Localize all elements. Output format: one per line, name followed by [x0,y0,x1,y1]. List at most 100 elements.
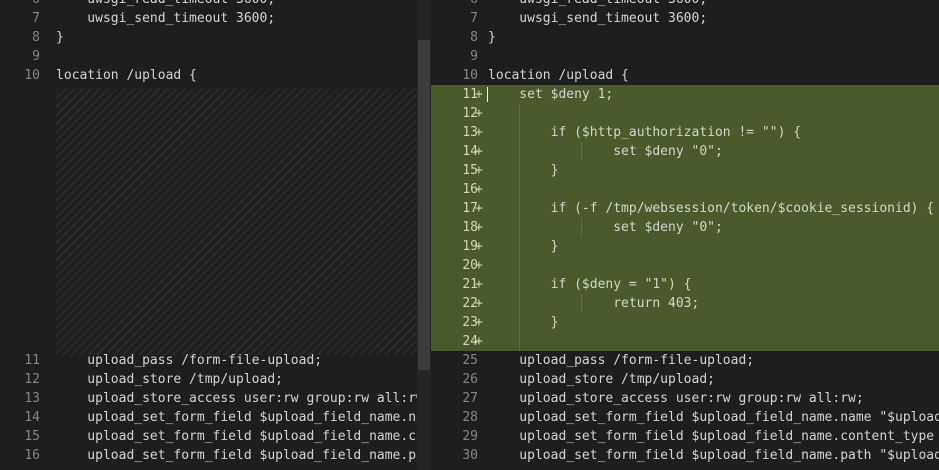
code-line[interactable]: 8} [0,28,417,47]
line-number: 12 [462,106,478,121]
code-text: uwsgi_send_timeout 3600; [488,11,708,26]
indent-guide [519,332,520,351]
indent-guide [519,218,520,237]
code-text: upload_set_form_field $upload_field_name… [488,410,939,425]
code-line[interactable]: 10 location /upload { [431,66,939,85]
code-line[interactable]: 23 + } [431,313,939,332]
code-line[interactable]: 11 upload_pass /form-file-upload; [0,351,417,370]
code-line[interactable]: 9 [0,47,417,66]
code-line[interactable]: 6 uwsgi_read_timeout 3600; [431,0,939,9]
code-line[interactable]: 24 + [431,332,939,351]
line-number: 23 [462,315,478,330]
indent-guide [519,275,520,294]
indent-guide [519,237,520,256]
line-number: 17 [462,201,478,216]
code-line[interactable]: 7 uwsgi_send_timeout 3600; [431,9,939,28]
code-line[interactable]: 21 + if ($deny = "1") { [431,275,939,294]
code-line[interactable]: 30 upload_set_form_field $upload_field_n… [431,446,939,465]
line-number: 24 [462,334,478,349]
line-number: 28 [462,410,478,425]
code-line[interactable]: 9 [431,47,939,66]
original-editor-pane[interactable]: 6 uwsgi_read_timeout 3600;7 uwsgi_send_t… [0,0,417,470]
line-number: 13 [24,391,40,406]
line-number: 16 [24,448,40,463]
line-number: 11 [24,353,40,368]
scrollbar-thumb[interactable] [418,40,430,370]
code-text: if ($http_authorization != "") { [488,125,802,140]
code-text: upload_set_form_field $upload_field_name… [488,448,939,463]
code-line[interactable]: 14 + set $deny "0"; [431,142,939,161]
code-line[interactable]: 20 + [431,256,939,275]
indent-guide [519,313,520,332]
code-line[interactable]: 22 + return 403; [431,294,939,313]
line-number: 21 [462,277,478,292]
line-number: 15 [24,429,40,444]
line-number: 11 [462,87,478,102]
line-number: 6 [431,0,478,9]
code-line[interactable]: 18 + set $deny "0"; [431,218,939,237]
code-text: upload_store /tmp/upload; [488,372,715,387]
code-text: } [488,239,559,254]
modified-editor-pane[interactable]: 6 uwsgi_read_timeout 3600;7 uwsgi_send_t… [431,0,939,470]
diff-added-marker: + [475,220,483,235]
code-line[interactable]: 12 upload_store /tmp/upload; [0,370,417,389]
code-text: upload_store_access user:rw group:rw all… [488,391,864,406]
line-number: 13 [462,125,478,140]
diff-added-marker: + [475,277,483,292]
indent-guide [581,142,582,161]
line-number: 7 [470,11,478,26]
line-number: 10 [24,68,40,83]
indent-guide [581,218,582,237]
code-line[interactable]: 15 + } [431,161,939,180]
code-text: uwsgi_send_timeout 3600; [56,11,276,26]
code-line[interactable]: 12 + [431,104,939,123]
code-line[interactable]: 17 + if (-f /tmp/websession/token/$cookie… [431,199,939,218]
code-line[interactable]: 15 upload_set_form_field $upload_field_n… [0,427,417,446]
code-text: uwsgi_read_timeout 3600; [488,0,707,9]
code-line[interactable]: 11 + set $deny 1; [431,85,939,104]
indent-guide [519,161,520,180]
indent-guide [581,294,582,313]
code-line[interactable]: 16 upload_set_form_field $upload_field_n… [0,446,417,465]
code-line[interactable]: 13 + if ($http_authorization != "") { [431,123,939,142]
indent-guide [519,294,520,313]
code-text: } [488,315,559,330]
code-text: uwsgi_read_timeout 3600; [56,0,275,9]
diff-added-marker: + [475,144,483,159]
code-line[interactable]: 28 upload_set_form_field $upload_field_n… [431,408,939,427]
diff-added-marker: + [475,106,483,121]
code-line[interactable]: 29 upload_set_form_field $upload_field_n… [431,427,939,446]
line-number: 27 [462,391,478,406]
code-line[interactable]: 26 upload_store /tmp/upload; [431,370,939,389]
code-line[interactable]: 10 location /upload { [0,66,417,85]
code-line[interactable]: 16 + [431,180,939,199]
line-number: 20 [462,258,478,273]
code-line[interactable]: 25 upload_pass /form-file-upload; [431,351,939,370]
indent-guide [519,199,520,218]
code-line[interactable]: 8} [431,28,939,47]
code-line[interactable]: 13 upload_store_access user:rw group:rw … [0,389,417,408]
text-cursor [487,87,488,102]
line-number: 8 [32,30,40,45]
code-text: set $deny "0"; [488,144,723,159]
code-line[interactable]: 6 uwsgi_read_timeout 3600; [0,0,417,9]
code-text: } [56,30,64,45]
diff-added-marker: + [475,182,483,197]
diff-added-marker: + [475,201,483,216]
code-line[interactable]: 27 upload_store_access user:rw group:rw … [431,389,939,408]
line-number: 14 [462,144,478,159]
diff-added-marker: + [475,239,483,254]
line-number: 6 [0,0,40,9]
code-text: set $deny 1; [488,87,614,102]
line-number: 8 [470,30,478,45]
line-number: 16 [462,182,478,197]
diff-added-marker: + [475,163,483,178]
code-line[interactable]: 7 uwsgi_send_timeout 3600; [0,9,417,28]
code-text: upload_set_form_field $upload_field_name… [87,448,417,463]
line-number: 10 [462,68,478,83]
line-number: 29 [462,429,478,444]
line-number: 19 [462,239,478,254]
code-text: upload_set_form_field $upload_field_name… [87,429,417,444]
code-line[interactable]: 19 + } [431,237,939,256]
code-line[interactable]: 14 upload_set_form_field $upload_field_n… [0,408,417,427]
